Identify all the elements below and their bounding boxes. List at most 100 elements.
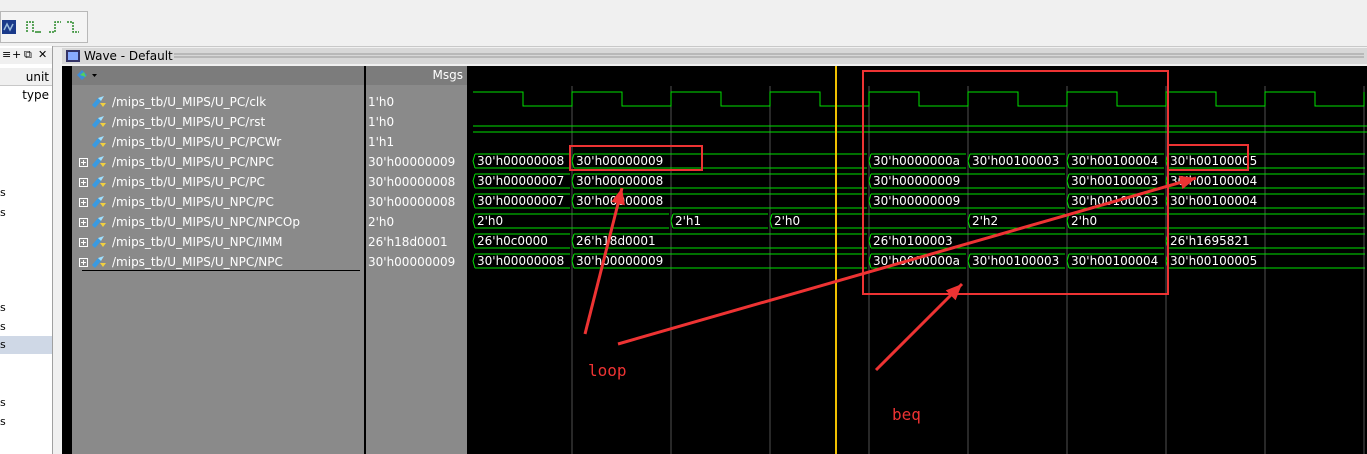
list-item[interactable]: s [0, 299, 52, 317]
pc-bus-label: 30'h00000007 [477, 174, 564, 188]
signal-value: 1'h1 [368, 135, 395, 149]
add-icon[interactable]: + [12, 48, 21, 61]
selection-line [82, 270, 360, 271]
signal-value: 30'h00000008 [368, 175, 456, 189]
loop-label: loop [588, 361, 627, 380]
undock-icon[interactable]: ⧉ [24, 48, 32, 62]
signal-name: /mips_tb/U_MIPS/U_NPC/NPC [112, 255, 283, 269]
npc-out-bus-transition [472, 253, 476, 269]
signal-name: /mips_tb/U_MIPS/U_PC/rst [112, 115, 266, 129]
signal-row[interactable]: /mips_tb/U_MIPS/U_NPC/PC [72, 192, 364, 212]
expand-icon[interactable] [79, 258, 88, 267]
npc-out-bus-label: 30'h00100005 [1170, 254, 1257, 268]
signal-row[interactable]: /mips_tb/U_MIPS/U_PC/PC [72, 172, 364, 192]
pc-bus-label: 30'h00100003 [1071, 174, 1158, 188]
imm-bus-label: 26'h0100003 [873, 234, 953, 248]
close-icon[interactable]: ✕ [38, 48, 47, 61]
wave-toolbar-group [0, 11, 88, 43]
signal-row[interactable]: /mips_tb/U_MIPS/U_NPC/NPCOp [72, 212, 364, 232]
panel-controls: ≡ + ⧉ ✕ [0, 48, 52, 64]
signal-value: 26'h18d0001 [368, 235, 448, 249]
expand-icon[interactable] [79, 158, 88, 167]
signal-icon [92, 96, 106, 108]
titlebar-grip [174, 53, 1364, 58]
npc-bus-transition [472, 153, 476, 169]
signal-value: 2'h0 [368, 215, 395, 229]
npcop-bus-label: 2'h1 [675, 214, 701, 228]
wave-tools-icon[interactable] [75, 69, 99, 82]
list-item[interactable]: s [0, 204, 52, 222]
npc-bus-label: 30'h00000008 [477, 154, 564, 168]
wave-window-icon [66, 50, 80, 62]
signal-icon [92, 176, 106, 188]
menu-icon[interactable]: ≡ [2, 48, 11, 61]
list-item[interactable]: s [0, 318, 52, 336]
wave-window-title: Wave - Default [84, 49, 173, 63]
left-panel: ≡ + ⧉ ✕ unit type s s s s s s s [0, 46, 53, 454]
names-header [72, 66, 364, 85]
pc-bus-label: 30'h00000008 [576, 174, 663, 188]
npc-out-bus-label: 30'h00100004 [1071, 254, 1158, 268]
npc-out-bus-label: 30'h00100003 [972, 254, 1059, 268]
signal-icon[interactable] [1, 18, 19, 36]
imm-bus-transition [472, 233, 476, 249]
signal-icon [92, 236, 106, 248]
signal-row[interactable]: /mips_tb/U_MIPS/U_NPC/IMM [72, 232, 364, 252]
npc-bus-label: 30'h00100003 [972, 154, 1059, 168]
expand-icon[interactable] [79, 218, 88, 227]
expand-icon[interactable] [79, 178, 88, 187]
signal-row[interactable]: /mips_tb/U_MIPS/U_PC/rst [72, 112, 364, 132]
pc-bus-transition [472, 173, 476, 189]
signal-value: 30'h00000009 [368, 255, 456, 269]
list-item-selected[interactable]: s [0, 336, 52, 354]
npcop-bus-label: 2'h0 [477, 214, 503, 228]
imm-bus-label: 26'h1695821 [1170, 234, 1250, 248]
npc-bus-label: 30'h0000000a [873, 154, 960, 168]
beq-label: beq [892, 405, 921, 424]
signal-icon [92, 136, 106, 148]
npc-bus-label: 30'h00100004 [1071, 154, 1158, 168]
list-item[interactable]: s [0, 394, 52, 412]
npcop-bus-label: 2'h0 [774, 214, 800, 228]
signal-row[interactable]: /mips_tb/U_MIPS/U_PC/NPC [72, 152, 364, 172]
signal-icon [92, 196, 106, 208]
signal-names-pane: /mips_tb/U_MIPS/U_PC/clk/mips_tb/U_MIPS/… [72, 66, 364, 454]
signal-icon [92, 156, 106, 168]
signal-value: 30'h00000009 [368, 155, 456, 169]
npc-bus-label: 30'h00100005 [1170, 154, 1257, 168]
signal-value: 1'h0 [368, 95, 395, 109]
waveform-canvas[interactable]: 30'h00000008 30'h00000009 30'h0000000a 30'h… [468, 66, 1367, 454]
expand-icon[interactable] [79, 198, 88, 207]
expand-icon[interactable] [79, 238, 88, 247]
signal-name: /mips_tb/U_MIPS/U_PC/NPC [112, 155, 274, 169]
signal-icon [92, 256, 106, 268]
edge-fall-icon[interactable] [65, 18, 83, 36]
npcop-bus-label: 2'h2 [972, 214, 998, 228]
signal-value: 1'h0 [368, 115, 395, 129]
imm-bus-label: 26'h18d0001 [576, 234, 656, 248]
signal-name: /mips_tb/U_MIPS/U_NPC/IMM [112, 235, 283, 249]
signal-name: /mips_tb/U_MIPS/U_PC/PC [112, 175, 265, 189]
step-icon[interactable] [25, 18, 43, 36]
signal-row[interactable]: /mips_tb/U_MIPS/U_PC/PCWr [72, 132, 364, 152]
wave-window-titlebar[interactable]: Wave - Default [62, 48, 1367, 64]
signal-values-pane: Msgs 1'h0 1'h0 1'h1 30'h00000009 30'h0000000… [366, 66, 467, 454]
npcop-bus-label: 2'h0 [1071, 214, 1097, 228]
signal-icon [92, 216, 106, 228]
signal-icon [92, 116, 106, 128]
npc-out-bus-label: 30'h00000008 [477, 254, 564, 268]
msgs-header: Msgs [366, 66, 467, 85]
unit-type-header[interactable]: unit type [0, 68, 52, 102]
list-item[interactable]: s [0, 184, 52, 202]
toolbar [0, 0, 1367, 47]
signal-row[interactable]: /mips_tb/U_MIPS/U_PC/clk [72, 92, 364, 112]
npc-pc-bus-label: 30'h00000007 [477, 194, 564, 208]
imm-bus-label: 26'h0c0000 [477, 234, 548, 248]
signal-row[interactable]: /mips_tb/U_MIPS/U_NPC/NPC [72, 252, 364, 272]
signal-name: /mips_tb/U_MIPS/U_PC/clk [112, 95, 267, 109]
list-item[interactable]: s [0, 413, 52, 431]
npc-pc-bus-transition [472, 193, 476, 209]
edge-icon[interactable] [47, 18, 65, 36]
signal-name: /mips_tb/U_MIPS/U_NPC/PC [112, 195, 274, 209]
signal-name: /mips_tb/U_MIPS/U_PC/PCWr [112, 135, 282, 149]
